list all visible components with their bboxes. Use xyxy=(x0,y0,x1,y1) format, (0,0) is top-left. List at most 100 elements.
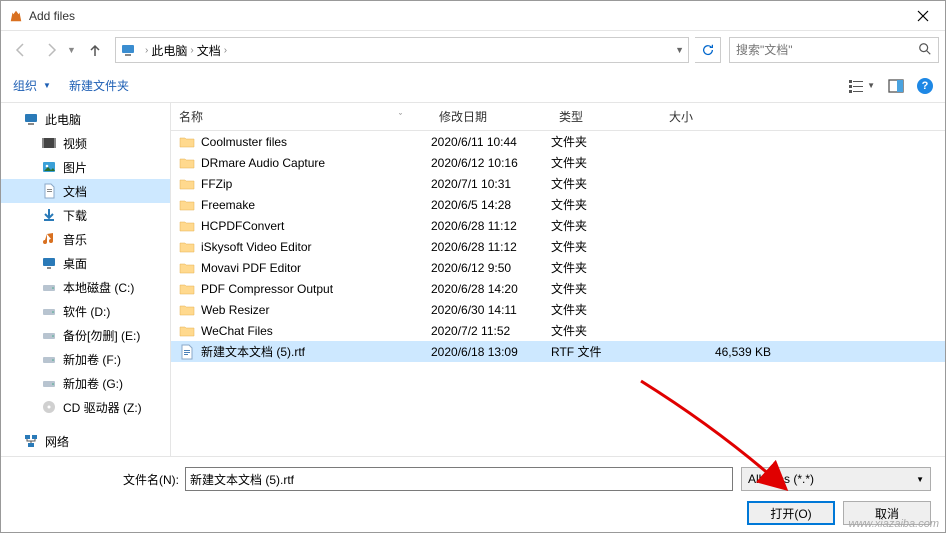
header-size[interactable]: 大小 xyxy=(661,103,771,130)
chevron-right-icon: › xyxy=(190,45,193,56)
preview-pane-button[interactable] xyxy=(887,77,905,95)
file-type: 文件夹 xyxy=(551,322,661,339)
file-row[interactable]: iSkysoft Video Editor2020/6/28 11:12文件夹 xyxy=(171,236,945,257)
cancel-button[interactable]: 取消 xyxy=(843,501,931,525)
sidebar-item-label: 文档 xyxy=(63,183,87,200)
app-icon xyxy=(9,9,23,23)
address-dropdown-icon[interactable]: ▼ xyxy=(675,45,684,55)
search-input[interactable] xyxy=(736,43,918,57)
search-icon[interactable] xyxy=(918,42,932,59)
help-icon[interactable]: ? xyxy=(917,78,933,94)
file-date: 2020/6/28 11:12 xyxy=(431,219,551,233)
desktop-icon xyxy=(41,255,57,271)
file-row[interactable]: HCPDFConvert2020/6/28 11:12文件夹 xyxy=(171,215,945,236)
header-date[interactable]: 修改日期 xyxy=(431,103,551,130)
file-type: 文件夹 xyxy=(551,301,661,318)
pictures-icon xyxy=(41,159,57,175)
file-type: 文件夹 xyxy=(551,259,661,276)
file-row[interactable]: WeChat Files2020/7/2 11:52文件夹 xyxy=(171,320,945,341)
main-area: 此电脑视频图片文档下载音乐桌面本地磁盘 (C:) 软件 (D:)备份[勿删] (E… xyxy=(1,103,945,497)
folder-icon xyxy=(179,281,195,297)
documents-icon xyxy=(41,183,57,199)
search-box[interactable] xyxy=(729,37,939,63)
folder-icon xyxy=(179,302,195,318)
file-type-filter[interactable]: All Files (*.*) ▼ xyxy=(741,467,931,491)
file-name: Movavi PDF Editor xyxy=(201,261,431,275)
sidebar-item-downloads[interactable]: 下载 xyxy=(1,203,170,227)
sidebar-item-drive[interactable]: 新加卷 (G:) xyxy=(1,371,170,395)
breadcrumb-folder[interactable]: 文档 xyxy=(197,42,221,59)
sidebar-item-network[interactable]: 网络 xyxy=(1,429,170,453)
forward-button[interactable] xyxy=(37,36,65,64)
organize-dropdown-icon[interactable]: ▼ xyxy=(43,81,51,90)
file-type: RTF 文件 xyxy=(551,343,661,360)
sidebar-item-label: CD 驱动器 (Z:) xyxy=(63,399,142,416)
filename-label: 文件名(N): xyxy=(123,471,179,488)
file-date: 2020/6/28 14:20 xyxy=(431,282,551,296)
file-name: 新建文本文档 (5).rtf xyxy=(201,343,431,360)
file-list: Coolmuster files2020/6/11 10:44文件夹DRmare… xyxy=(171,131,945,497)
sidebar-item-documents[interactable]: 文档 xyxy=(1,179,170,203)
header-name[interactable]: 名称ˇ xyxy=(171,103,431,130)
file-row[interactable]: Movavi PDF Editor2020/6/12 9:50文件夹 xyxy=(171,257,945,278)
sidebar-item-label: 本地磁盘 (C:) xyxy=(63,279,134,296)
file-type: 文件夹 xyxy=(551,133,661,150)
filename-input[interactable] xyxy=(185,467,733,491)
column-headers: 名称ˇ 修改日期 类型 大小 xyxy=(171,103,945,131)
navigation-bar: ▼ › 此电脑 › 文档 › ▼ xyxy=(1,31,945,69)
video-icon xyxy=(41,135,57,151)
file-type: 文件夹 xyxy=(551,175,661,192)
sidebar-item-pc[interactable]: 此电脑 xyxy=(1,107,170,131)
open-button[interactable]: 打开(O) xyxy=(747,501,835,525)
folder-icon xyxy=(179,134,195,150)
view-list-button[interactable]: ▼ xyxy=(847,77,875,95)
sidebar: 此电脑视频图片文档下载音乐桌面本地磁盘 (C:) 软件 (D:)备份[勿删] (E… xyxy=(1,103,171,497)
header-type[interactable]: 类型 xyxy=(551,103,661,130)
sidebar-item-drive[interactable]: 备份[勿删] (E:) xyxy=(1,323,170,347)
up-button[interactable] xyxy=(81,36,109,64)
breadcrumb-root[interactable]: 此电脑 xyxy=(151,42,187,59)
file-date: 2020/7/1 10:31 xyxy=(431,177,551,191)
folder-icon xyxy=(179,197,195,213)
sidebar-item-label: 桌面 xyxy=(63,255,87,272)
sidebar-item-cd[interactable]: CD 驱动器 (Z:) xyxy=(1,395,170,419)
sidebar-item-video[interactable]: 视频 xyxy=(1,131,170,155)
sidebar-item-music[interactable]: 音乐 xyxy=(1,227,170,251)
file-row[interactable]: Freemake2020/6/5 14:28文件夹 xyxy=(171,194,945,215)
sidebar-item-label: 新加卷 (F:) xyxy=(63,351,121,368)
pc-icon xyxy=(120,42,136,58)
file-row[interactable]: Web Resizer2020/6/30 14:11文件夹 xyxy=(171,299,945,320)
file-name: iSkysoft Video Editor xyxy=(201,240,431,254)
folder-icon xyxy=(179,176,195,192)
back-button[interactable] xyxy=(7,36,35,64)
close-button[interactable] xyxy=(903,2,943,30)
file-row[interactable]: DRmare Audio Capture2020/6/12 10:16文件夹 xyxy=(171,152,945,173)
file-row[interactable]: Coolmuster files2020/6/11 10:44文件夹 xyxy=(171,131,945,152)
file-row[interactable]: FFZip2020/7/1 10:31文件夹 xyxy=(171,173,945,194)
file-date: 2020/6/30 14:11 xyxy=(431,303,551,317)
sidebar-item-drive[interactable]: 本地磁盘 (C:) xyxy=(1,275,170,299)
new-folder-button[interactable]: 新建文件夹 xyxy=(69,77,129,94)
file-date: 2020/7/2 11:52 xyxy=(431,324,551,338)
sidebar-item-pictures[interactable]: 图片 xyxy=(1,155,170,179)
file-name: Freemake xyxy=(201,198,431,212)
address-bar[interactable]: › 此电脑 › 文档 › ▼ xyxy=(115,37,689,63)
file-name: HCPDFConvert xyxy=(201,219,431,233)
sidebar-item-drive[interactable]: 软件 (D:) xyxy=(1,299,170,323)
file-type: 文件夹 xyxy=(551,196,661,213)
refresh-button[interactable] xyxy=(695,37,721,63)
file-name: Web Resizer xyxy=(201,303,431,317)
history-dropdown[interactable]: ▼ xyxy=(67,45,79,55)
file-name: DRmare Audio Capture xyxy=(201,156,431,170)
file-date: 2020/6/5 14:28 xyxy=(431,198,551,212)
pc-icon xyxy=(23,111,39,127)
file-date: 2020/6/18 13:09 xyxy=(431,345,551,359)
organize-menu[interactable]: 组织 xyxy=(13,77,37,94)
file-row[interactable]: 新建文本文档 (5).rtf2020/6/18 13:09RTF 文件46,53… xyxy=(171,341,945,362)
sidebar-item-desktop[interactable]: 桌面 xyxy=(1,251,170,275)
file-size: 46,539 KB xyxy=(661,345,771,359)
drive-icon xyxy=(41,351,57,367)
file-row[interactable]: PDF Compressor Output2020/6/28 14:20文件夹 xyxy=(171,278,945,299)
sidebar-item-drive[interactable]: 新加卷 (F:) xyxy=(1,347,170,371)
sidebar-item-label: 网络 xyxy=(45,433,69,450)
